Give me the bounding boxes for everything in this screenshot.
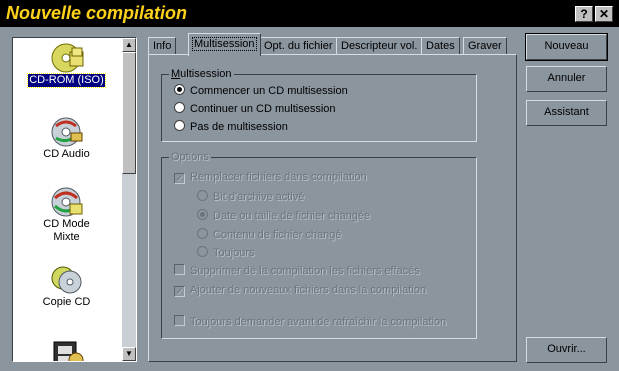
radio-button-icon[interactable] — [197, 246, 208, 257]
radio-date-or-size-changed[interactable]: Date ou taille de fichier changée — [197, 209, 370, 223]
tab-file-options[interactable]: Opt. du fichier — [259, 37, 338, 55]
radio-button-icon[interactable] — [174, 84, 185, 95]
list-item-label: Copie CD — [42, 296, 91, 308]
multisession-group-label: Multisession — [169, 68, 234, 80]
radio-content-changed[interactable]: Contenu de fichier changé — [197, 228, 341, 242]
list-item-cd-copy[interactable]: Copie CD — [13, 264, 120, 309]
compilation-type-list[interactable]: CD-ROM (ISO) CD Audio CD Mode Mixte Copi… — [12, 37, 137, 362]
list-item-cd-audio[interactable]: CD Audio — [13, 116, 120, 161]
list-item-cd-rom-iso[interactable]: CD-ROM (ISO) — [13, 42, 120, 88]
cd-rom-iso-icon — [51, 43, 83, 73]
list-item-video-cd[interactable] — [13, 338, 120, 361]
close-button[interactable]: ✕ — [595, 6, 613, 22]
checkbox-icon[interactable] — [174, 264, 185, 275]
cd-audio-icon — [51, 117, 82, 147]
cancel-button[interactable]: Annuler — [526, 66, 607, 92]
radio-start-multisession[interactable]: Commencer un CD multisession — [174, 84, 348, 98]
radio-continue-multisession[interactable]: Continuer un CD multisession — [174, 102, 336, 116]
title-bar: Nouvelle compilation ? ✕ — [0, 0, 619, 27]
tab-panel-multisession: Multisession Commencer un CD multisessio… — [148, 54, 517, 362]
tab-burn[interactable]: Graver — [463, 37, 507, 55]
cd-mixed-mode-icon — [51, 187, 82, 217]
radio-no-multisession[interactable]: Pas de multisession — [174, 120, 288, 134]
radio-button-icon[interactable] — [197, 190, 208, 201]
list-scrollbar[interactable]: ▲ ▼ — [122, 38, 136, 361]
checkbox-always-ask[interactable]: Toujours demander avant de rafraîchir la… — [174, 315, 446, 329]
tab-dates[interactable]: Dates — [421, 37, 460, 55]
checkbox-icon[interactable]: ✓ — [174, 286, 185, 297]
radio-button-icon[interactable] — [174, 102, 185, 113]
checkbox-add-files[interactable]: ✓ Ajouter de nouveaux fichiers dans la co… — [174, 283, 426, 297]
checkbox-icon[interactable] — [174, 315, 185, 326]
tab-volume-descriptor[interactable]: Descripteur vol. — [336, 37, 423, 55]
checkbox-delete-files[interactable]: Supprimer de la compilation les fichiers… — [174, 264, 420, 278]
radio-archive-bit[interactable]: Bit d'archive activé — [197, 190, 304, 204]
radio-button-icon[interactable] — [174, 120, 185, 131]
new-button[interactable]: Nouveau — [525, 33, 608, 61]
tab-info[interactable]: Info — [148, 37, 177, 55]
list-item-cd-mixed-mode[interactable]: CD Mode Mixte — [13, 186, 120, 244]
scroll-thumb[interactable] — [122, 52, 136, 174]
cd-copy-icon — [51, 266, 81, 294]
wizard-button[interactable]: Assistant — [526, 100, 607, 126]
list-item-label: CD Mode Mixte — [43, 218, 90, 243]
scroll-up-icon[interactable]: ▲ — [122, 38, 136, 52]
options-group-label: Options — [169, 151, 211, 163]
radio-button-icon[interactable] — [197, 228, 208, 239]
window-title: Nouvelle compilation — [6, 3, 188, 23]
list-item-label: CD-ROM (ISO) — [27, 73, 106, 88]
open-button[interactable]: Ouvrir... — [526, 337, 607, 363]
list-item-label: CD Audio — [43, 148, 90, 160]
radio-button-icon[interactable] — [197, 209, 208, 220]
checkbox-replace-files[interactable]: ✓ Remplacer fichiers dans compilation — [174, 170, 367, 184]
multisession-group-label-rest: ultisession — [180, 68, 232, 80]
scroll-down-icon[interactable]: ▼ — [122, 347, 136, 361]
help-button[interactable]: ? — [575, 6, 593, 22]
radio-always[interactable]: Toujours — [197, 246, 255, 260]
checkbox-icon[interactable]: ✓ — [174, 173, 185, 184]
video-cd-icon — [53, 341, 83, 361]
tab-multisession[interactable]: Multisession — [188, 33, 261, 56]
